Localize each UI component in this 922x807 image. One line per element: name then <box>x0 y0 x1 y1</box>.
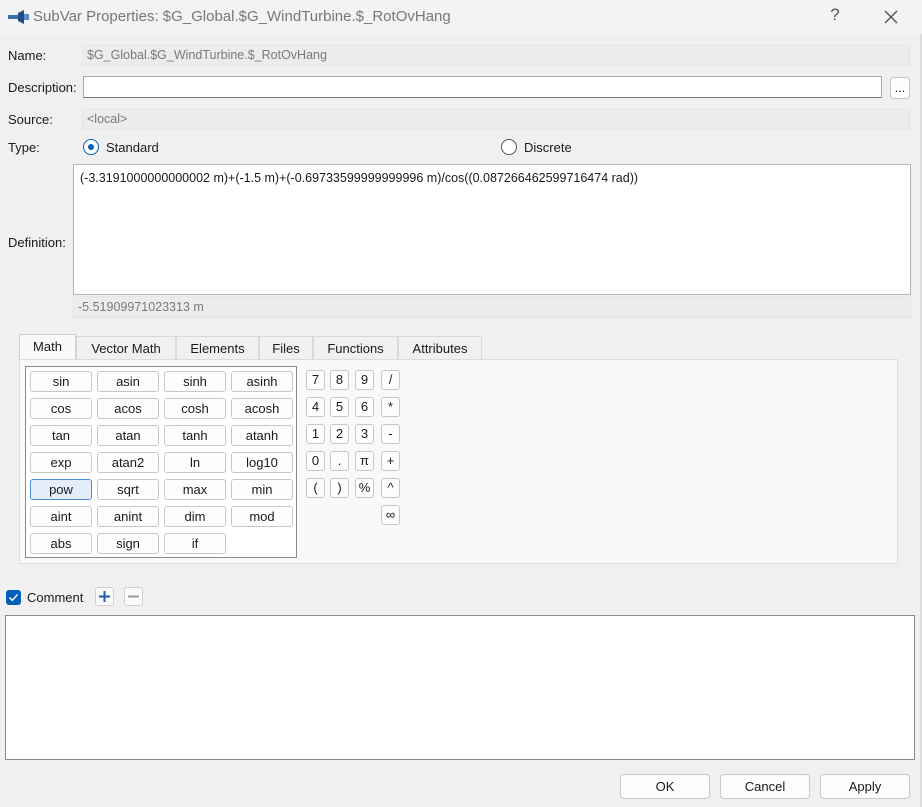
description-browse-button[interactable]: ... <box>890 77 910 99</box>
key-minus-button[interactable]: - <box>381 424 400 444</box>
plus-icon <box>99 591 110 602</box>
function-button-group: sin asin sinh asinh cos acos cosh acosh … <box>25 366 297 558</box>
window-title: SubVar Properties: $G_Global.$G_WindTurb… <box>33 8 451 25</box>
type-discrete-radio[interactable] <box>501 139 517 155</box>
key-multiply-button[interactable]: * <box>381 397 400 417</box>
title-bar: SubVar Properties: $G_Global.$G_WindTurb… <box>0 0 922 34</box>
key-infinity-button[interactable]: ∞ <box>381 505 400 525</box>
definition-label: Definition: <box>8 235 66 250</box>
name-field: $G_Global.$G_WindTurbine.$_RotOvHang <box>82 44 910 66</box>
func-cos-button[interactable]: cos <box>30 398 92 419</box>
func-dim-button[interactable]: dim <box>164 506 226 527</box>
func-pow-button[interactable]: pow <box>30 479 92 500</box>
close-icon[interactable] <box>880 6 902 28</box>
tab-math[interactable]: Math <box>19 334 76 361</box>
key-pi-button[interactable]: π <box>355 451 374 471</box>
func-asinh-button[interactable]: asinh <box>231 371 293 392</box>
func-sinh-button[interactable]: sinh <box>164 371 226 392</box>
func-sign-button[interactable]: sign <box>97 533 159 554</box>
comment-textarea[interactable] <box>5 615 915 760</box>
func-max-button[interactable]: max <box>164 479 226 500</box>
func-ln-button[interactable]: ln <box>164 452 226 473</box>
ok-button[interactable]: OK <box>620 774 710 799</box>
wind-turbine-app-icon <box>8 10 29 24</box>
key-8-button[interactable]: 8 <box>330 370 349 390</box>
key-2-button[interactable]: 2 <box>330 424 349 444</box>
comment-label: Comment <box>27 590 84 605</box>
func-asin-button[interactable]: asin <box>97 371 159 392</box>
func-mod-button[interactable]: mod <box>231 506 293 527</box>
key-divide-button[interactable]: / <box>381 370 400 390</box>
tab-functions[interactable]: Functions <box>313 336 398 360</box>
func-acos-button[interactable]: acos <box>97 398 159 419</box>
remove-comment-button[interactable] <box>124 587 143 606</box>
tab-files[interactable]: Files <box>259 336 313 360</box>
comment-checkbox[interactable] <box>6 590 21 605</box>
add-comment-button[interactable] <box>95 587 114 606</box>
func-log10-button[interactable]: log10 <box>231 452 293 473</box>
definition-editor[interactable]: (-3.3191000000000002 m)+(-1.5 m)+(-0.697… <box>73 164 911 295</box>
func-aint-button[interactable]: aint <box>30 506 92 527</box>
key-3-button[interactable]: 3 <box>355 424 374 444</box>
apply-button[interactable]: Apply <box>820 774 910 799</box>
name-label: Name: <box>8 48 47 63</box>
key-open-paren-button[interactable]: ( <box>306 478 325 498</box>
definition-result: -5.51909971023313 m <box>73 296 911 318</box>
func-anint-button[interactable]: anint <box>97 506 159 527</box>
key-0-button[interactable]: 0 <box>306 451 325 471</box>
dialog-content: Name: $G_Global.$G_WindTurbine.$_RotOvHa… <box>0 34 922 807</box>
func-atan2-button[interactable]: atan2 <box>97 452 159 473</box>
type-standard-label: Standard <box>106 140 159 155</box>
func-cosh-button[interactable]: cosh <box>164 398 226 419</box>
key-plus-button[interactable]: + <box>381 451 400 471</box>
func-sqrt-button[interactable]: sqrt <box>97 479 159 500</box>
key-5-button[interactable]: 5 <box>330 397 349 417</box>
cancel-button[interactable]: Cancel <box>720 774 810 799</box>
func-tan-button[interactable]: tan <box>30 425 92 446</box>
type-discrete-label: Discrete <box>524 140 572 155</box>
checkmark-icon <box>9 594 19 602</box>
key-power-button[interactable]: ^ <box>381 478 400 498</box>
func-atan-button[interactable]: atan <box>97 425 159 446</box>
tab-attributes[interactable]: Attributes <box>398 336 482 360</box>
key-1-button[interactable]: 1 <box>306 424 325 444</box>
minus-icon <box>128 595 139 598</box>
key-close-paren-button[interactable]: ) <box>330 478 349 498</box>
func-exp-button[interactable]: exp <box>30 452 92 473</box>
func-acosh-button[interactable]: acosh <box>231 398 293 419</box>
func-min-button[interactable]: min <box>231 479 293 500</box>
tab-elements[interactable]: Elements <box>176 336 259 360</box>
key-7-button[interactable]: 7 <box>306 370 325 390</box>
func-sin-button[interactable]: sin <box>30 371 92 392</box>
func-if-button[interactable]: if <box>164 533 226 554</box>
source-label: Source: <box>8 112 53 127</box>
type-standard-radio[interactable] <box>83 139 99 155</box>
key-percent-button[interactable]: % <box>355 478 374 498</box>
type-label: Type: <box>8 140 40 155</box>
func-atanh-button[interactable]: atanh <box>231 425 293 446</box>
func-abs-button[interactable]: abs <box>30 533 92 554</box>
key-6-button[interactable]: 6 <box>355 397 374 417</box>
key-decimal-button[interactable]: . <box>330 451 349 471</box>
func-tanh-button[interactable]: tanh <box>164 425 226 446</box>
description-label: Description: <box>8 80 77 95</box>
description-input[interactable] <box>83 76 882 98</box>
source-field: <local> <box>82 108 910 130</box>
help-button[interactable]: ? <box>826 5 844 27</box>
key-4-button[interactable]: 4 <box>306 397 325 417</box>
tab-vector-math[interactable]: Vector Math <box>76 336 176 360</box>
math-tab-panel: sin asin sinh asinh cos acos cosh acosh … <box>19 359 898 564</box>
key-9-button[interactable]: 9 <box>355 370 374 390</box>
